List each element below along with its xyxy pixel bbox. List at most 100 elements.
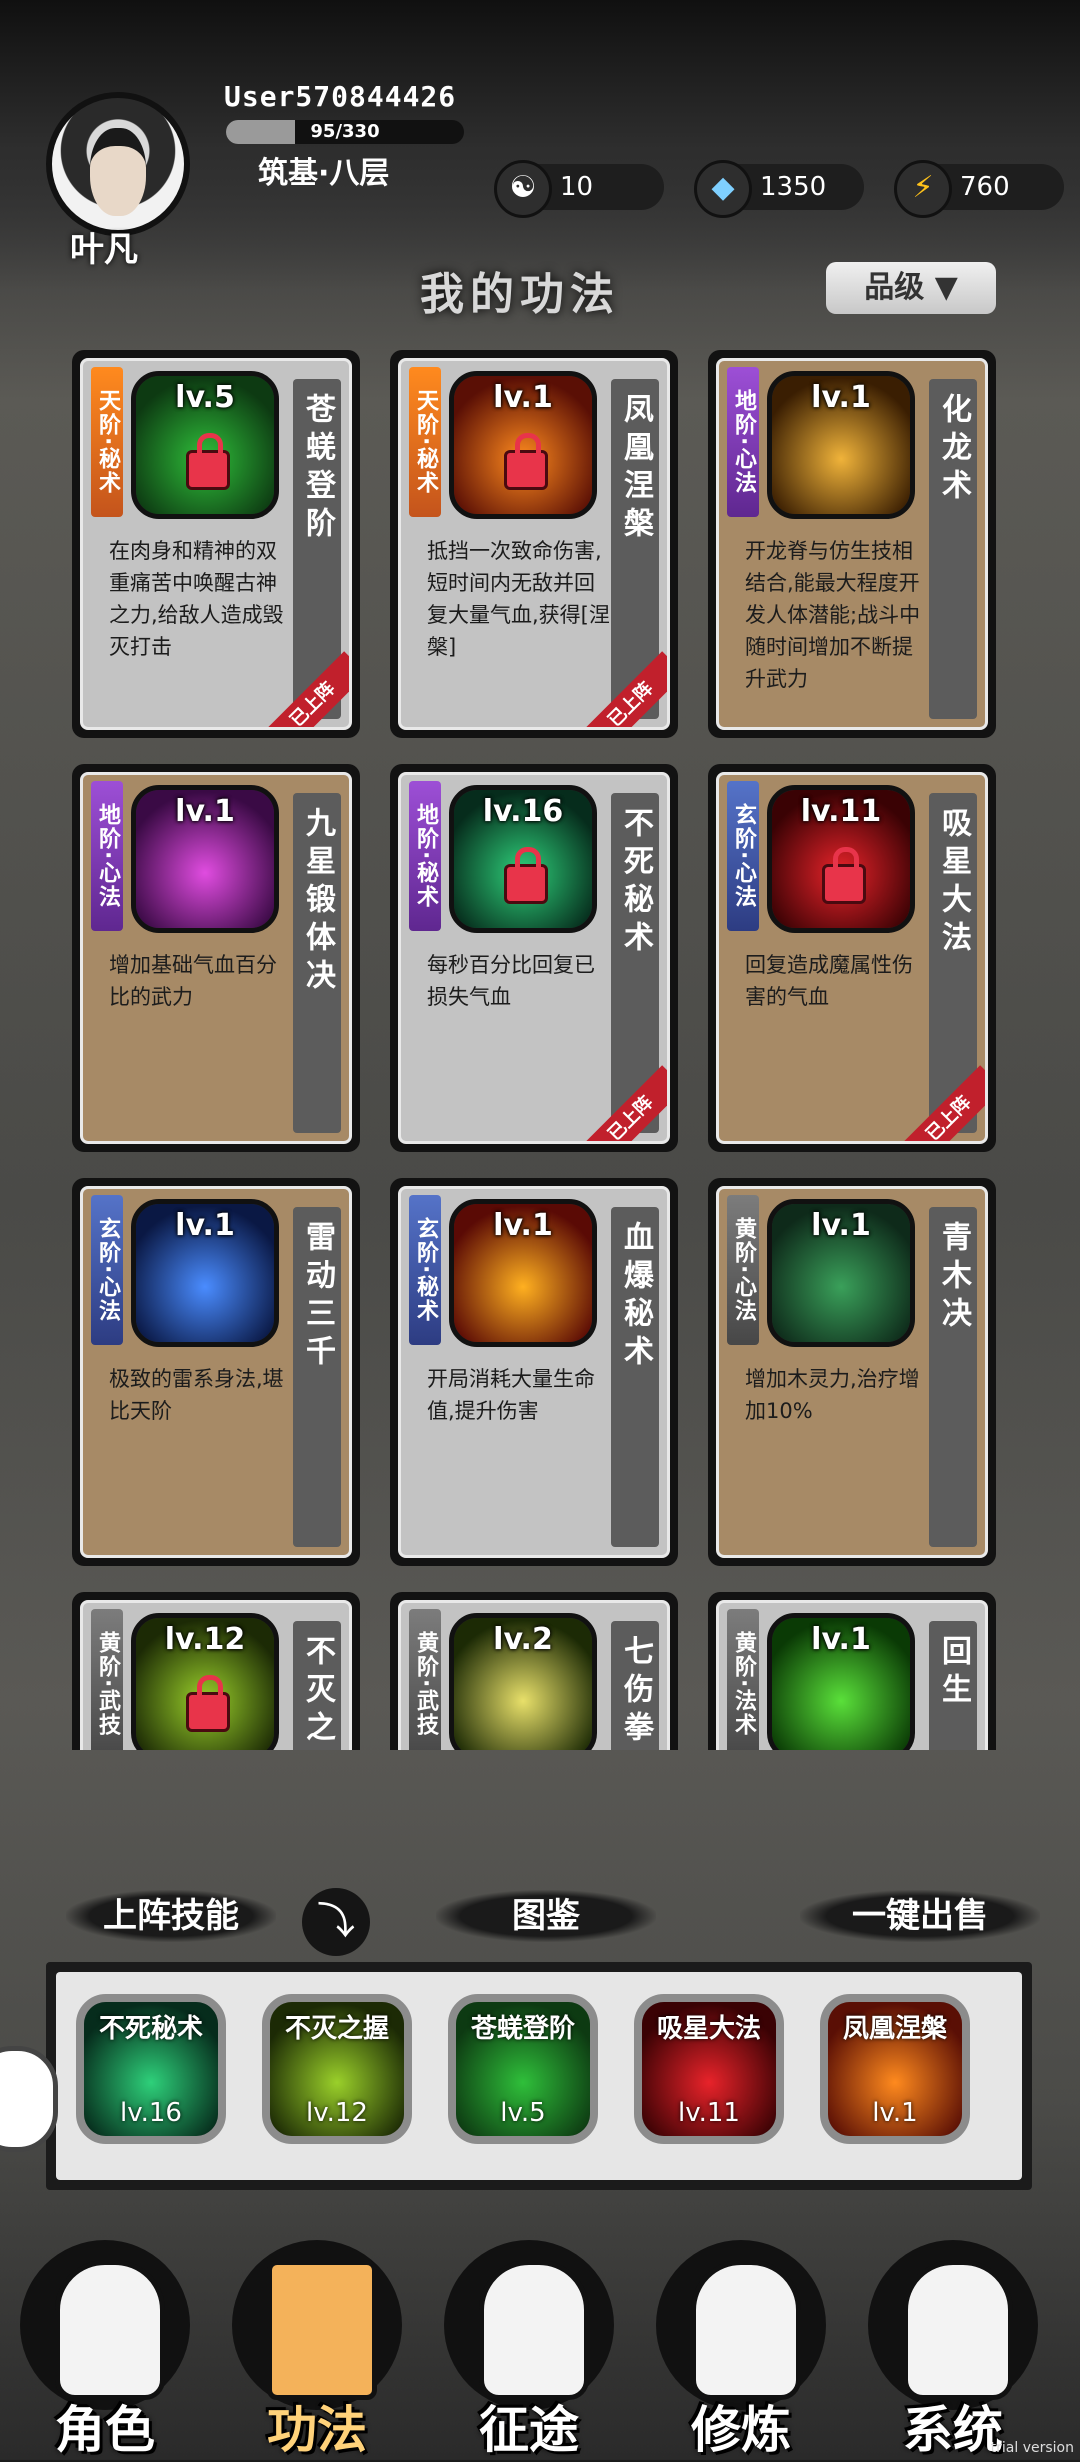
skill-name: 雷动三千 — [300, 1221, 335, 1373]
skill-card-body: 天阶·秘术 lv.1 凤凰涅槃 抵挡一次致命伤害,短时间内无敌并回复大量气血,获得[涅… — [398, 358, 670, 730]
skill-card[interactable]: 玄阶·心法 lv.11 吸星大法 回复造成魔属性伤害的气血 已上阵 — [708, 764, 996, 1152]
player-name: 叶凡 — [70, 230, 138, 270]
skill-card[interactable]: 地阶·心法 lv.1 化龙术 开龙脊与仿生技相结合,能最大程度开发人体潜能;战斗中随时… — [708, 350, 996, 738]
skill-card-body: 黄阶·武技 lv.12 不灭之 — [80, 1600, 352, 1750]
nav-meditating-figure[interactable]: 修炼 — [646, 2240, 836, 2460]
skill-card[interactable]: 地阶·秘术 lv.16 不死秘术 每秒百分比回复已损失气血 已上阵 — [390, 764, 678, 1152]
skill-name: 化龙术 — [936, 393, 971, 507]
grade-ribbon: 玄阶·心法 — [91, 1195, 123, 1345]
equipped-skill-slot[interactable]: 凤凰涅槃 lv.1 — [820, 1994, 970, 2144]
skill-card[interactable]: 玄阶·秘术 lv.1 血爆秘术 开局消耗大量生命值,提升伤害 — [390, 1178, 678, 1566]
skill-name-column: 青木决 — [929, 1207, 977, 1547]
skill-card[interactable]: 黄阶·法术 lv.1 回生 — [708, 1592, 996, 1750]
skill-card-body: 黄阶·法术 lv.1 回生 — [716, 1600, 988, 1750]
nav-hooded-figure[interactable]: 角色 — [10, 2240, 200, 2460]
skill-level: lv.16 — [482, 794, 564, 829]
skill-name: 九星锻体决 — [300, 807, 335, 997]
player-avatar[interactable] — [46, 92, 190, 236]
skill-icon: lv.1 — [449, 1199, 597, 1347]
bottom-navigation: 角色 功法 征途 修炼 系统 — [0, 2200, 1080, 2460]
skill-icon: lv.1 — [767, 1199, 915, 1347]
skill-card[interactable]: 黄阶·武技 lv.2 七伤拳 — [390, 1592, 678, 1750]
nav-label: 修炼 — [691, 2401, 791, 2459]
skill-name-column: 化龙术 — [929, 379, 977, 719]
crystal-icon: ◆ — [694, 160, 752, 218]
skill-icon: lv.1 — [767, 1613, 915, 1750]
skill-level: lv.1 — [493, 1208, 553, 1243]
equipped-skill-level: lv.5 — [500, 2098, 546, 2128]
lock-icon — [186, 1675, 230, 1732]
nav-label: 功法 — [267, 2401, 367, 2459]
grade-ribbon: 黄阶·武技 — [91, 1609, 123, 1750]
skill-card-grid[interactable]: 天阶·秘术 lv.5 苍蜣登阶 在肉身和精神的双重痛苦中唤醒古神之力,给敌人造成毁灭打… — [72, 350, 1002, 1750]
grade-ribbon: 玄阶·心法 — [727, 781, 759, 931]
equipped-skill-slot[interactable]: 苍蜣登阶 lv.5 — [448, 1994, 598, 2144]
nav-label: 角色 — [55, 2401, 155, 2459]
side-character-bubble[interactable] — [0, 2046, 58, 2152]
skill-description: 抵挡一次致命伤害,短时间内无敌并回复大量气血,获得[涅槃] — [427, 539, 610, 659]
equipped-skill-level: lv.1 — [872, 2098, 918, 2128]
grade-ribbon: 天阶·秘术 — [409, 367, 441, 517]
skill-description: 在肉身和精神的双重痛苦中唤醒古神之力,给敌人造成毁灭打击 — [109, 539, 284, 659]
skill-card[interactable]: 黄阶·武技 lv.12 不灭之 — [72, 1592, 360, 1750]
equipped-skill-slot[interactable]: 不灭之握 lv.12 — [262, 1994, 412, 2144]
skill-level: lv.5 — [175, 380, 235, 415]
skill-card[interactable]: 地阶·心法 lv.1 九星锻体决 增加基础气血百分比的武力 — [72, 764, 360, 1152]
hooded-figure-icon — [55, 2260, 165, 2400]
skill-card[interactable]: 天阶·秘术 lv.5 苍蜣登阶 在肉身和精神的双重痛苦中唤醒古神之力,给敌人造成毁灭打… — [72, 350, 360, 738]
skill-name: 吸星大法 — [936, 807, 971, 959]
skill-name: 不灭之 — [300, 1635, 335, 1749]
skill-level: lv.1 — [811, 1622, 871, 1657]
skill-name: 青木决 — [936, 1221, 971, 1335]
nav-sword-emblem[interactable]: 征途 — [434, 2240, 624, 2460]
lock-icon — [186, 433, 230, 490]
skill-name: 血爆秘术 — [618, 1221, 653, 1373]
nav-scroll-book[interactable]: 功法 — [222, 2240, 412, 2460]
sell-all-button[interactable]: 一键出售 — [800, 1890, 1040, 1942]
skill-name: 不死秘术 — [618, 807, 653, 959]
equipped-skill-name: 不灭之握 — [284, 2014, 389, 2044]
grade-ribbon: 地阶·秘术 — [409, 781, 441, 931]
skill-card[interactable]: 天阶·秘术 lv.1 凤凰涅槃 抵挡一次致命伤害,短时间内无敌并回复大量气血,获得[涅… — [390, 350, 678, 738]
skill-description: 增加基础气血百分比的武力 — [109, 953, 277, 1009]
skill-card[interactable]: 黄阶·心法 lv.1 青木决 增加木灵力,治疗增加10% — [708, 1178, 996, 1566]
skill-description: 回复造成魔属性伤害的气血 — [745, 953, 913, 1009]
caret-down-icon: ▼ — [934, 270, 958, 305]
arrow-down-icon[interactable]: ⤵ — [302, 1888, 370, 1956]
equipped-skill-slot[interactable]: 不死秘术 lv.16 — [76, 1994, 226, 2144]
trial-watermark: trial version — [990, 2440, 1074, 2456]
equipped-skills-tab[interactable]: 上阵技能 — [66, 1890, 276, 1942]
lightning-icon: ⚡ — [894, 160, 952, 218]
lock-icon — [822, 847, 866, 904]
yin-yang-icon: ☯ — [494, 160, 552, 218]
nav-label: 征途 — [479, 2401, 579, 2459]
resource-energy[interactable]: ⚡ 760 — [894, 160, 1064, 218]
xp-bar: 95/330 — [226, 120, 464, 144]
resource-value: 1350 — [760, 172, 827, 202]
grade-ribbon: 黄阶·心法 — [727, 1195, 759, 1345]
resource-crystal[interactable]: ◆ 1350 — [694, 160, 864, 218]
skill-name: 苍蜣登阶 — [300, 393, 335, 545]
equipped-skill-slot[interactable]: 吸星大法 lv.11 — [634, 1994, 784, 2144]
gallery-button[interactable]: 图鉴 — [436, 1890, 656, 1942]
skill-icon: lv.2 — [449, 1613, 597, 1750]
equipped-skill-slots: 不死秘术 lv.16 不灭之握 lv.12 苍蜣登阶 lv.5 吸星大法 lv.11 凤凰涅槃 l… — [56, 1972, 1022, 2180]
grade-filter-dropdown[interactable]: 品级 ▼ — [826, 262, 996, 314]
skill-name: 凤凰涅槃 — [618, 393, 653, 545]
skill-card[interactable]: 玄阶·心法 lv.1 雷动三千 极致的雷系身法,堪比天阶 — [72, 1178, 360, 1566]
skill-card-body: 地阶·心法 lv.1 九星锻体决 增加基础气血百分比的武力 — [80, 772, 352, 1144]
grade-ribbon: 黄阶·武技 — [409, 1609, 441, 1750]
equipped-skill-name: 凤凰涅槃 — [842, 2014, 947, 2044]
skill-description: 开龙脊与仿生技相结合,能最大程度开发人体潜能;战斗中随时间增加不断提升武力 — [745, 539, 921, 691]
skill-card-body: 玄阶·心法 lv.11 吸星大法 回复造成魔属性伤害的气血 已上阵 — [716, 772, 988, 1144]
scroll-book-icon — [267, 2260, 377, 2400]
skill-card-body: 玄阶·心法 lv.1 雷动三千 极致的雷系身法,堪比天阶 — [80, 1186, 352, 1558]
nav-mascot[interactable]: 系统 — [858, 2240, 1048, 2460]
skill-icon: lv.1 — [767, 371, 915, 519]
skill-level: lv.1 — [175, 1208, 235, 1243]
resource-yin-yang[interactable]: ☯ 10 — [494, 160, 664, 218]
skill-icon: lv.1 — [131, 1199, 279, 1347]
skill-level: lv.2 — [493, 1622, 553, 1657]
sword-emblem-icon — [479, 2260, 589, 2400]
grade-ribbon: 天阶·秘术 — [91, 367, 123, 517]
